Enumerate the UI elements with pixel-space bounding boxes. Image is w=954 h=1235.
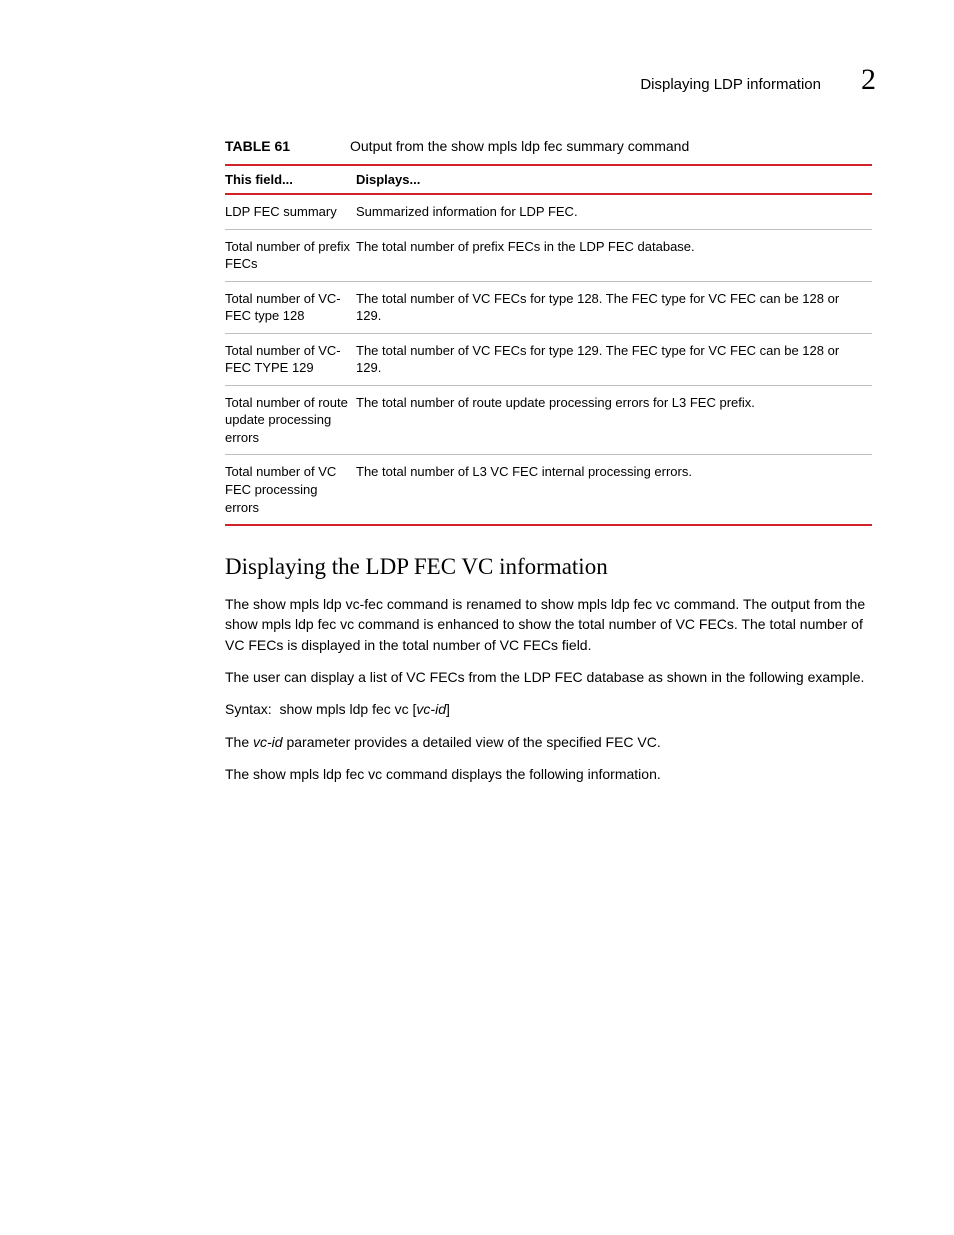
section-heading: Displaying the LDP FEC VC information (225, 554, 872, 580)
col-header-field: This field... (225, 165, 356, 194)
syntax-close: ] (446, 701, 450, 717)
cell-displays: The total number of route update process… (356, 385, 872, 455)
cell-displays: The total number of L3 VC FEC internal p… (356, 455, 872, 525)
table-row: Total number of route update processing … (225, 385, 872, 455)
cell-displays: The total number of prefix FECs in the L… (356, 229, 872, 281)
param-name: vc-id (253, 734, 283, 750)
table-row: Total number of prefix FECs The total nu… (225, 229, 872, 281)
col-header-displays: Displays... (356, 165, 872, 194)
header-title: Displaying LDP information (640, 76, 821, 93)
fec-summary-table: This field... Displays... LDP FEC summar… (225, 164, 872, 526)
text-fragment: The (225, 734, 253, 750)
syntax-label: Syntax: (225, 701, 272, 717)
cell-field: LDP FEC summary (225, 194, 356, 229)
table-row: Total number of VC-FEC type 128 The tota… (225, 281, 872, 333)
syntax-command: show mpls ldp fec vc [ (279, 701, 416, 717)
table-header-row: This field... Displays... (225, 165, 872, 194)
body-paragraph: The vc-id parameter provides a detailed … (225, 732, 872, 752)
cell-field: Total number of VC-FEC TYPE 129 (225, 333, 356, 385)
body-paragraph: The user can display a list of VC FECs f… (225, 667, 872, 687)
cell-field: Total number of prefix FECs (225, 229, 356, 281)
cell-field: Total number of VC FEC processing errors (225, 455, 356, 525)
cell-field: Total number of route update processing … (225, 385, 356, 455)
table-caption-row: TABLE 61 Output from the show mpls ldp f… (225, 138, 872, 154)
table-row: LDP FEC summary Summarized information f… (225, 194, 872, 229)
body-paragraph: The show mpls ldp vc-fec command is rena… (225, 594, 872, 655)
text-fragment: parameter provides a detailed view of th… (283, 734, 661, 750)
cell-displays: The total number of VC FECs for type 128… (356, 281, 872, 333)
syntax-line: Syntax: show mpls ldp fec vc [vc-id] (225, 699, 872, 719)
table-label: TABLE 61 (225, 138, 350, 154)
cell-displays: The total number of VC FECs for type 129… (356, 333, 872, 385)
table-row: Total number of VC FEC processing errors… (225, 455, 872, 525)
page: Displaying LDP information 2 TABLE 61 Ou… (0, 0, 954, 1235)
cell-field: Total number of VC-FEC type 128 (225, 281, 356, 333)
chapter-number: 2 (861, 63, 876, 97)
table-row: Total number of VC-FEC TYPE 129 The tota… (225, 333, 872, 385)
cell-displays: Summarized information for LDP FEC. (356, 194, 872, 229)
table-caption: Output from the show mpls ldp fec summar… (350, 138, 689, 154)
syntax-param: vc-id (416, 701, 446, 717)
content-area: TABLE 61 Output from the show mpls ldp f… (225, 138, 872, 796)
running-header: Displaying LDP information 2 (0, 63, 954, 97)
body-paragraph: The show mpls ldp fec vc command display… (225, 764, 872, 784)
